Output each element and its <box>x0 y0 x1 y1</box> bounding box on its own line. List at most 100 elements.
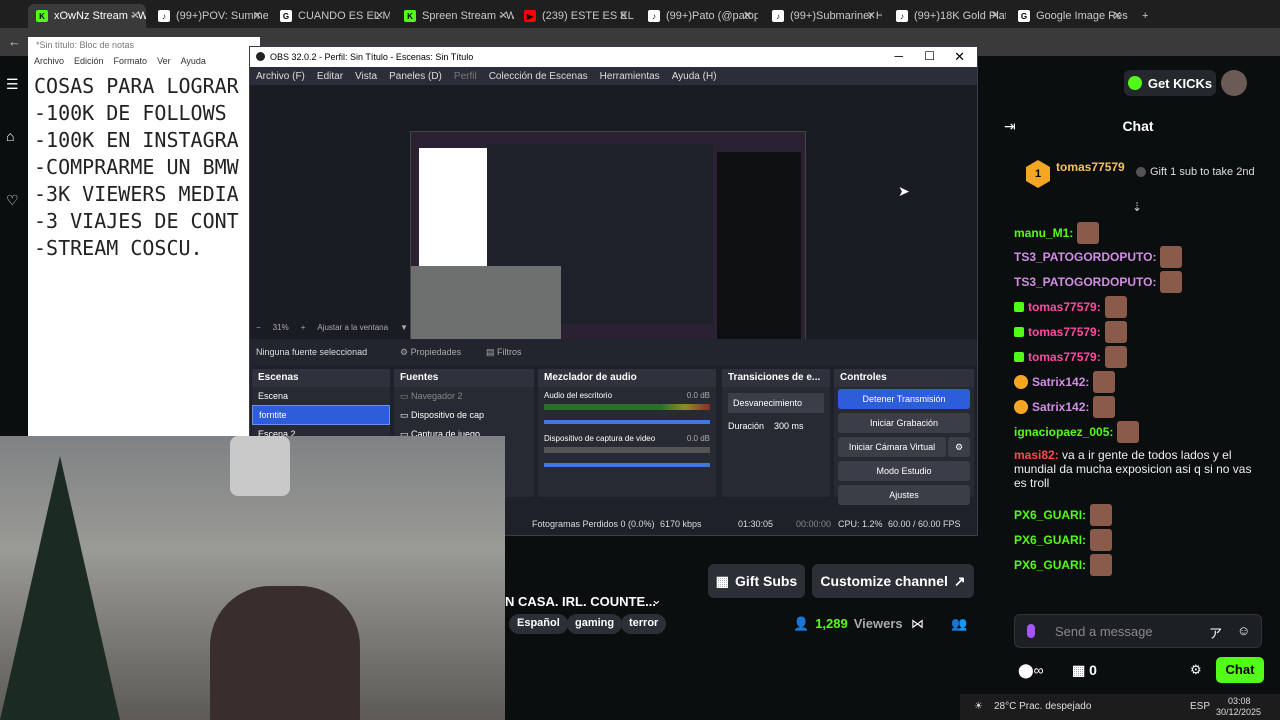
obs-menu-perfil[interactable]: Perfil <box>454 71 477 82</box>
tag-pill[interactable]: terror <box>621 614 667 634</box>
weather-label[interactable]: 28°C Prac. despejado <box>994 701 1091 712</box>
browser-tab[interactable]: ♪ (99+)Submariner Hu ✕ <box>764 4 882 28</box>
customize-channel-button[interactable]: Customize channel ↗ <box>812 564 974 598</box>
chat-username[interactable]: TS3_PATOGORDOPUTO: <box>1014 250 1156 264</box>
language-indicator[interactable]: ESP <box>1190 701 1210 712</box>
new-tab-icon[interactable]: + <box>1134 4 1148 28</box>
tag-pill[interactable]: gaming <box>567 614 623 634</box>
microphone-icon[interactable] <box>1027 624 1035 638</box>
share-icon[interactable]: ⋈ <box>911 616 924 632</box>
virtual-cam-settings-icon[interactable]: ⚙ <box>948 437 970 457</box>
studio-mode-button[interactable]: Modo Estudio <box>838 461 970 481</box>
settings-button[interactable]: Ajustes <box>838 485 970 505</box>
transition-select[interactable]: Desvanecimiento <box>728 393 824 413</box>
zoom-in-icon[interactable]: + <box>301 323 306 332</box>
preview-chat <box>717 152 801 342</box>
close-tab-icon[interactable]: ✕ <box>619 9 628 22</box>
scene-item[interactable]: Escena <box>252 387 390 405</box>
properties-button[interactable]: ⚙ Propiedades <box>400 347 461 358</box>
chat-message: tomas77579: <box>1014 346 1127 368</box>
chat-input[interactable]: Send a message ア ☺ <box>1014 614 1262 648</box>
scene-item-selected[interactable]: forntite <box>252 405 390 425</box>
browser-tab[interactable]: K Spreen Stream - Wa ✕ <box>396 4 514 28</box>
notepad-menu-edicion[interactable]: Edición <box>74 56 104 66</box>
stop-stream-button[interactable]: Detener Transmisión <box>838 389 970 409</box>
zoom-out-icon[interactable]: − <box>256 323 261 332</box>
source-item[interactable]: ▭ Navegador 2 <box>394 387 534 406</box>
start-virtual-cam-button[interactable]: Iniciar Cámara Virtual <box>838 437 946 457</box>
notepad-menu-ayuda[interactable]: Ayuda <box>181 56 206 66</box>
browser-tab[interactable]: GGoogle Image Result✕ <box>1010 4 1128 28</box>
chat-username[interactable]: PX6_GUARI: <box>1014 508 1086 522</box>
duration-input[interactable]: 300 ms <box>774 421 804 431</box>
chat-username[interactable]: Satrix142: <box>1032 375 1089 389</box>
chat-username[interactable]: tomas77579: <box>1028 350 1101 364</box>
obs-menu-editar[interactable]: Editar <box>317 71 343 82</box>
volume-slider[interactable] <box>544 463 710 467</box>
obs-menu-archivo[interactable]: Archivo (F) <box>256 71 305 82</box>
fit-to-window[interactable]: Ajustar a la ventana <box>317 323 388 332</box>
obs-menu-paneles[interactable]: Paneles (D) <box>389 71 442 82</box>
volume-slider[interactable] <box>544 420 710 424</box>
avatar[interactable] <box>1221 70 1247 96</box>
close-tab-icon[interactable]: ✕ <box>867 9 876 22</box>
close-tab-icon[interactable]: ✕ <box>991 9 1000 22</box>
browser-tab[interactable]: ♪ (99+)18K Gold Plate ✕ <box>888 4 1006 28</box>
source-item[interactable]: ▭ Dispositivo de cap <box>394 406 534 425</box>
close-tab-icon[interactable]: ✕ <box>375 9 384 22</box>
filters-button[interactable]: ▤ Filtros <box>486 347 522 358</box>
fit-dropdown-icon[interactable]: ▼ <box>400 323 408 332</box>
chat-username[interactable]: ignaciopaez_005: <box>1014 425 1113 439</box>
heart-icon[interactable]: ♡ <box>6 192 19 209</box>
browser-tab[interactable]: ♪(99+)POV: Summer a✕ <box>150 4 268 28</box>
chat-username[interactable]: PX6_GUARI: <box>1014 558 1086 572</box>
follow-user-icon[interactable]: 👥 <box>951 616 967 632</box>
maximize-icon[interactable]: ☐ <box>924 49 935 63</box>
kick-points-icon[interactable]: ⬤∞ <box>1018 662 1044 679</box>
gift-subs-button[interactable]: ▦ Gift Subs <box>708 564 805 598</box>
pinned-gifter[interactable]: tomas77579 <box>1056 160 1125 174</box>
browser-tab[interactable]: KxOwNz Stream - Wa ✕ <box>28 4 146 28</box>
home-icon[interactable]: ⌂ <box>6 128 14 144</box>
obs-menu-herramientas[interactable]: Herramientas <box>600 71 660 82</box>
chat-username[interactable]: PX6_GUARI: <box>1014 533 1086 547</box>
translate-icon[interactable]: ア <box>1209 623 1222 642</box>
mixer-channel: Dispositivo de captura de video 0.0 dB <box>538 428 716 473</box>
chat-username[interactable]: TS3_PATOGORDOPUTO: <box>1014 275 1156 289</box>
clock-date[interactable]: 30/12/2025 <box>1216 707 1261 717</box>
send-chat-button[interactable]: Chat <box>1216 657 1264 683</box>
notepad-menu-ver[interactable]: Ver <box>157 56 171 66</box>
notepad-text[interactable]: COSAS PARA LOGRAR -100K DE FOLLOWS -100K… <box>28 69 260 266</box>
minimize-icon[interactable]: ─ <box>894 49 903 63</box>
chat-username[interactable]: tomas77579: <box>1028 325 1101 339</box>
browser-tab[interactable]: ♪ (99+)Pato (@patope ✕ <box>640 4 758 28</box>
chevron-down-icon[interactable]: ⌄ <box>651 592 662 608</box>
obs-menu-vista[interactable]: Vista <box>355 71 377 82</box>
notepad-menu-archivo[interactable]: Archivo <box>34 56 64 66</box>
close-tab-icon[interactable]: ✕ <box>131 9 140 22</box>
settings-icon[interactable]: ⚙ <box>1190 662 1202 678</box>
emoji-icon[interactable]: ☺ <box>1237 623 1250 638</box>
chat-username[interactable]: tomas77579: <box>1028 300 1101 314</box>
chat-username[interactable]: Satrix142: <box>1032 400 1089 414</box>
browser-tab[interactable]: ▶(239) ESTE ES EL UN✕ <box>516 4 634 28</box>
menu-icon[interactable]: ☰ <box>6 76 19 93</box>
get-kicks-button[interactable]: Get KICKs <box>1124 70 1216 96</box>
pinned-expand-icon[interactable]: ⇣ <box>1132 200 1142 214</box>
obs-menu-coleccion[interactable]: Colección de Escenas <box>489 71 588 82</box>
back-icon[interactable]: ← <box>8 34 21 49</box>
notepad-menu-formato[interactable]: Formato <box>114 56 148 66</box>
chat-username[interactable]: manu_M1: <box>1014 226 1073 240</box>
close-tab-icon[interactable]: ✕ <box>499 9 508 22</box>
start-recording-button[interactable]: Iniciar Grabación <box>838 413 970 433</box>
obs-menu-ayuda[interactable]: Ayuda (H) <box>672 71 717 82</box>
chat-username[interactable]: masi82: <box>1014 448 1059 462</box>
notepad-window[interactable]: *Sin título: Bloc de notas Archivo Edici… <box>28 37 260 437</box>
tag-pill[interactable]: Español <box>509 614 568 634</box>
close-tab-icon[interactable]: ✕ <box>743 9 752 22</box>
close-icon[interactable]: ✕ <box>954 49 965 65</box>
close-tab-icon[interactable]: ✕ <box>1113 9 1122 22</box>
close-tab-icon[interactable]: ✕ <box>253 9 262 22</box>
browser-tab[interactable]: GCUANDO ES EL MUN✕ <box>272 4 390 28</box>
clock-time[interactable]: 03:08 <box>1228 696 1251 706</box>
